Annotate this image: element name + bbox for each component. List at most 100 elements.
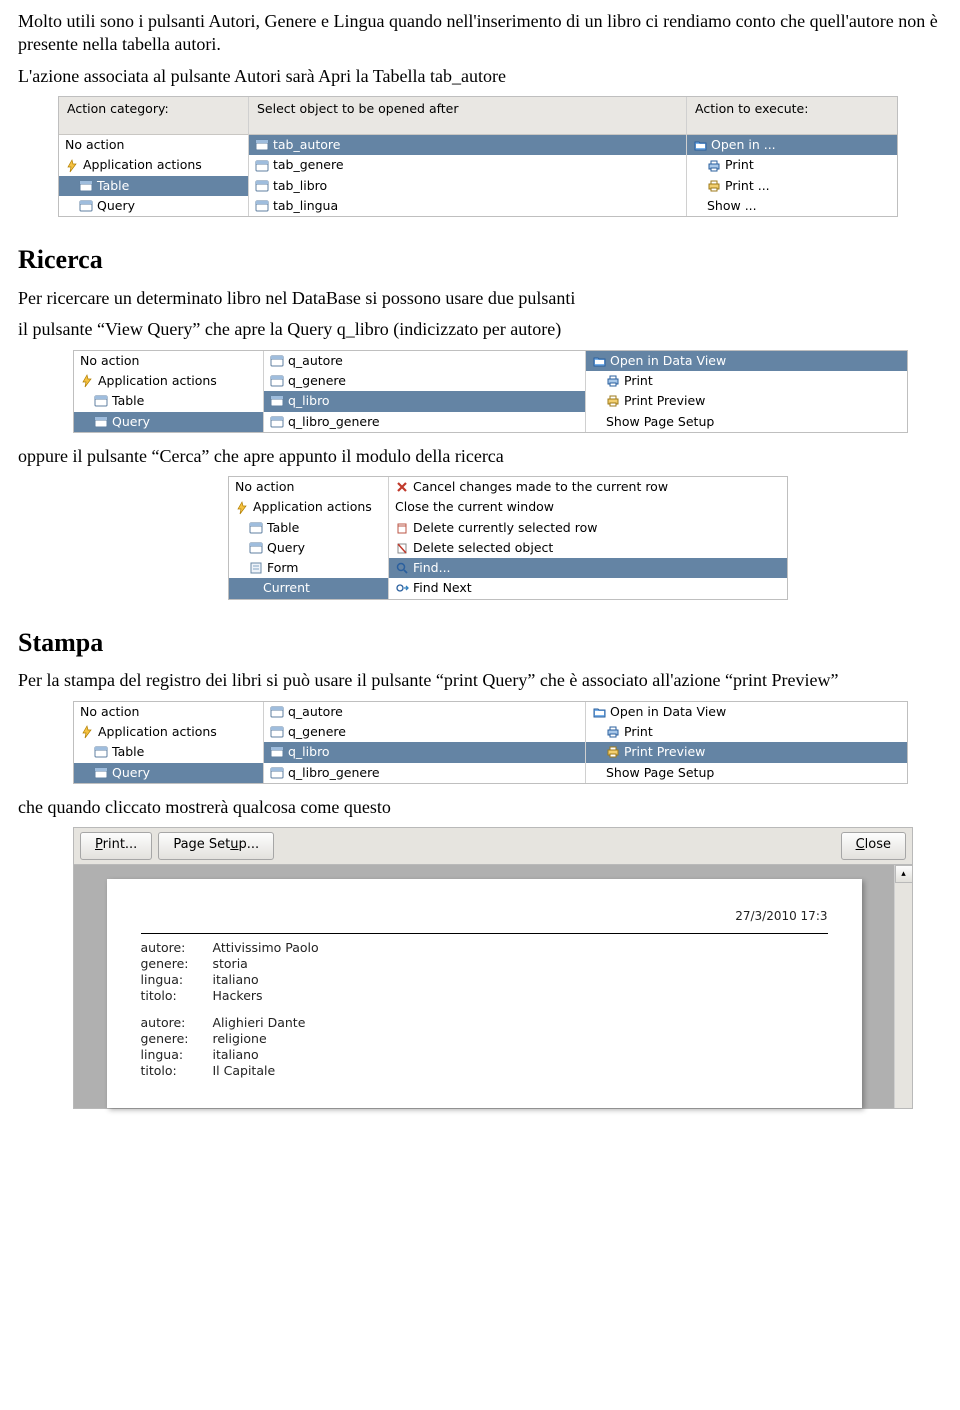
list-item[interactable]: Print	[586, 371, 907, 391]
col-header-category: Action category:	[59, 97, 248, 135]
list-item-label: No action	[80, 704, 139, 720]
list-item[interactable]: Delete selected object	[389, 538, 787, 558]
list-item-label: Query	[97, 198, 135, 214]
list-item[interactable]: Table	[229, 518, 388, 538]
list-item[interactable]: tab_autore	[249, 135, 686, 155]
list-item[interactable]: tab_genere	[249, 155, 686, 175]
list-item-label: Print	[624, 373, 653, 389]
list-item[interactable]: Delete currently selected row	[389, 518, 787, 538]
list-item-label: Cancel changes made to the current row	[413, 479, 668, 495]
preview-record: autore:Alighieri Dante genere:religione …	[141, 1015, 828, 1080]
list-item[interactable]: q_autore	[264, 702, 585, 722]
action-panel-4: No action Application actions Table Query q…	[73, 701, 908, 784]
table-icon	[270, 374, 284, 388]
list-item[interactable]: q_libro	[264, 391, 585, 411]
list-item-label: q_autore	[288, 353, 343, 369]
list-item-label: Delete selected object	[413, 540, 553, 556]
list-item[interactable]: q_autore	[264, 351, 585, 371]
list-item-label: Print Preview	[624, 744, 705, 760]
list-item[interactable]: Query	[74, 763, 263, 783]
action-panel-2: No action Application actionsTableQuery q…	[73, 350, 908, 433]
list-item[interactable]: Show Page Setup	[586, 763, 907, 783]
list-item[interactable]: q_libro_genere	[264, 412, 585, 432]
action-panel-3: No action Application actions Table Query Fo…	[228, 476, 788, 600]
list-item[interactable]: No action	[74, 351, 263, 371]
table-icon	[94, 766, 108, 780]
printer-icon	[606, 374, 620, 388]
table-icon	[255, 199, 269, 213]
list-item[interactable]: Show ...	[687, 196, 897, 216]
intro-paragraph-1: Molto utili sono i pulsanti Autori, Gene…	[18, 10, 942, 57]
list-item-label: Print	[624, 724, 653, 740]
list-item-label: No action	[235, 479, 294, 495]
list-item[interactable]: Print Preview	[586, 391, 907, 411]
list-item-label: Delete currently selected row	[413, 520, 597, 536]
scrollbar-vertical[interactable]: ▴	[894, 865, 912, 1108]
list-item[interactable]: tab_lingua	[249, 196, 686, 216]
lightning-icon	[65, 159, 79, 173]
form-icon	[249, 561, 263, 575]
list-item[interactable]: Application actions	[229, 497, 388, 517]
list-item[interactable]: Print Preview	[586, 742, 907, 762]
list-item-label: Open in ...	[711, 137, 776, 153]
list-item[interactable]: Table	[74, 391, 263, 411]
list-item[interactable]: q_libro_genere	[264, 763, 585, 783]
col-header-action: Action to execute:	[687, 97, 897, 135]
page-setup-button[interactable]: Page Setup...	[158, 832, 274, 860]
list-item-label: q_genere	[288, 373, 346, 389]
list-item[interactable]: Table	[59, 176, 248, 196]
list-item[interactable]: Cancel changes made to the current row	[389, 477, 787, 497]
list-item[interactable]: tab_libro	[249, 176, 686, 196]
close-button[interactable]: Close	[841, 832, 906, 860]
list-item-label: Open in Data View	[610, 704, 726, 720]
scroll-up-icon[interactable]: ▴	[895, 865, 913, 883]
table-icon	[79, 179, 93, 193]
table-icon	[94, 415, 108, 429]
heading-stampa: Stampa	[18, 626, 942, 660]
list-item[interactable]: Application actions	[74, 722, 263, 742]
list-item[interactable]: Show Page Setup	[586, 412, 907, 432]
list-item[interactable]: Open in Data View	[586, 702, 907, 722]
ricerca-p1: Per ricercare un determinato libro nel D…	[18, 287, 942, 310]
list-item[interactable]: Application actions	[74, 371, 263, 391]
list-item[interactable]: q_genere	[264, 722, 585, 742]
list-item-label: Table	[112, 744, 144, 760]
list-item[interactable]: Form	[229, 558, 388, 578]
list-item[interactable]: No action	[59, 135, 248, 155]
list-item[interactable]: Table	[74, 742, 263, 762]
col-header-object: Select object to be opened after	[249, 97, 686, 135]
list-item-label: Query	[267, 540, 305, 556]
list-item[interactable]: Query	[229, 538, 388, 558]
list-item[interactable]: Application actions	[59, 155, 248, 175]
list-item[interactable]: Open in Data View	[586, 351, 907, 371]
list-item[interactable]: Query	[59, 196, 248, 216]
printer-y-icon	[707, 179, 721, 193]
list-item[interactable]: q_genere	[264, 371, 585, 391]
list-item[interactable]: Print ...	[687, 176, 897, 196]
list-item-label: Print ...	[725, 178, 770, 194]
list-item[interactable]: Close the current window	[389, 497, 787, 517]
lightning-icon	[80, 374, 94, 388]
heading-ricerca: Ricerca	[18, 243, 942, 277]
list-item[interactable]: Open in ...	[687, 135, 897, 155]
list-item[interactable]: No action	[74, 702, 263, 722]
print-button[interactable]: Print...	[80, 832, 152, 860]
list-item-label: tab_libro	[273, 178, 327, 194]
list-item[interactable]: Print	[687, 155, 897, 175]
list-item-label: Application actions	[253, 499, 372, 515]
preview-date: 27/3/2010 17:3	[141, 909, 828, 925]
list-item[interactable]: Query	[74, 412, 263, 432]
list-item-label: No action	[80, 353, 139, 369]
list-item[interactable]: Current	[229, 578, 388, 598]
list-item-label: tab_genere	[273, 157, 344, 173]
table-icon	[270, 725, 284, 739]
findnext-icon	[395, 582, 409, 596]
table-icon	[270, 394, 284, 408]
list-item-label: q_libro_genere	[288, 765, 380, 781]
list-item[interactable]: Find...	[389, 558, 787, 578]
list-item[interactable]: q_libro	[264, 742, 585, 762]
list-item[interactable]: No action	[229, 477, 388, 497]
list-item[interactable]: Print	[586, 722, 907, 742]
list-item[interactable]: Find Next	[389, 578, 787, 598]
ricerca-p3: oppure il pulsante “Cerca” che apre appu…	[18, 445, 942, 468]
